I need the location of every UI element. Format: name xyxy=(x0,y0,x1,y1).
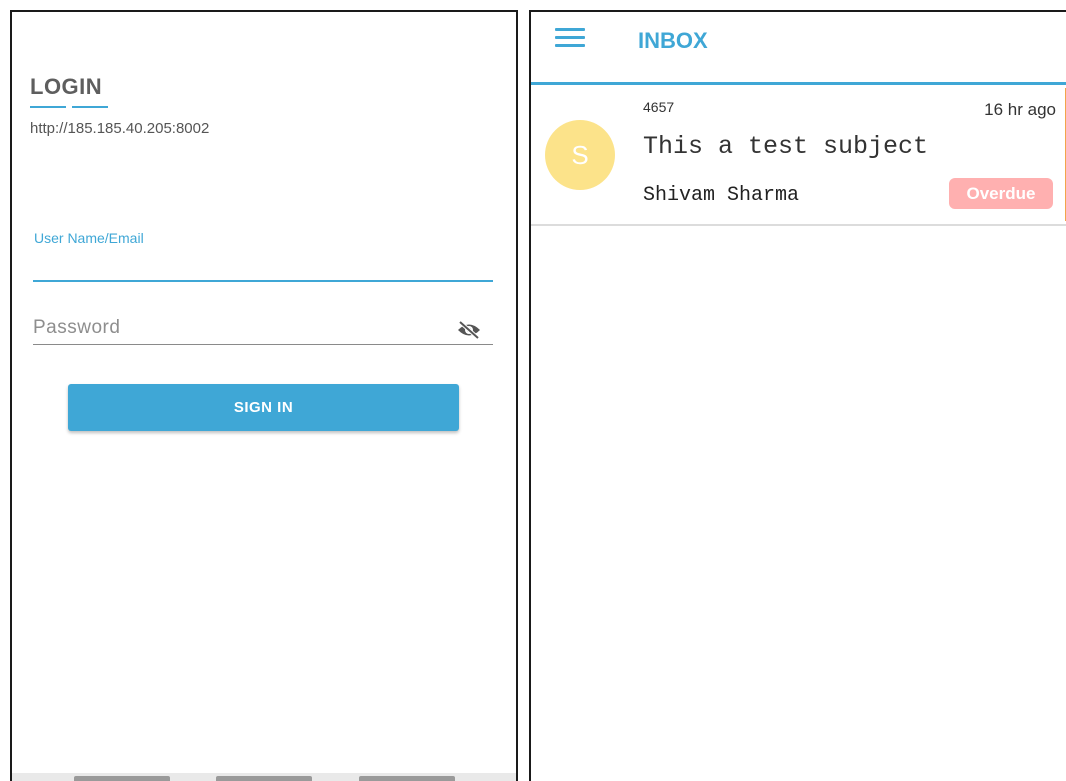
message-time: 16 hr ago xyxy=(984,100,1056,119)
inbox-screen: INBOX S 4657 16 hr ago This a test subje… xyxy=(529,10,1066,781)
username-label: User Name/Email xyxy=(34,230,144,246)
sign-in-button[interactable]: SIGN IN xyxy=(68,384,459,431)
inbox-title: INBOX xyxy=(638,28,708,53)
server-url: http://185.185.40.205:8002 xyxy=(30,120,210,137)
nav-recents-button[interactable] xyxy=(359,776,455,781)
password-input[interactable] xyxy=(33,312,493,345)
message-card[interactable]: S 4657 16 hr ago This a test subject Shi… xyxy=(531,88,1066,226)
message-id: 4657 xyxy=(643,99,675,115)
title-underline-left xyxy=(30,106,66,108)
username-input[interactable] xyxy=(33,250,493,282)
eye-off-icon[interactable] xyxy=(456,320,482,340)
avatar: S xyxy=(545,120,615,190)
title-underline-right xyxy=(72,106,108,108)
system-nav-bar xyxy=(12,773,516,781)
header-divider xyxy=(531,82,1066,85)
status-badge: Overdue xyxy=(949,178,1053,209)
login-screen: LOGIN http://185.185.40.205:8002 User Na… xyxy=(10,10,518,781)
message-sender: Shivam Sharma xyxy=(643,184,800,207)
login-title: LOGIN xyxy=(30,74,103,99)
nav-back-button[interactable] xyxy=(74,776,170,781)
message-subject: This a test subject xyxy=(643,132,929,161)
hamburger-menu-icon[interactable] xyxy=(555,26,585,50)
nav-home-button[interactable] xyxy=(216,776,312,781)
